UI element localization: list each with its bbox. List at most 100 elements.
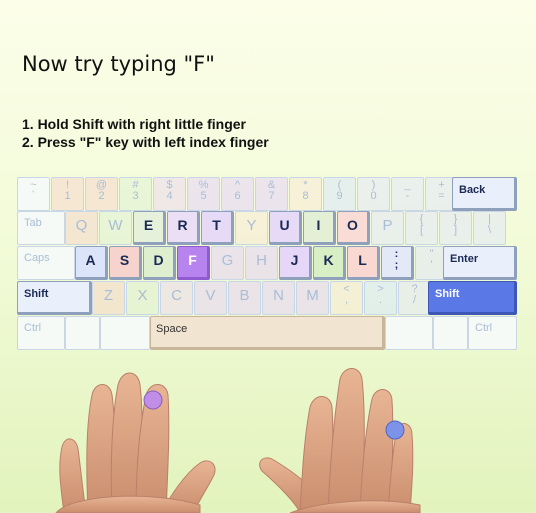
key-row3-9-label: ; <box>394 259 399 271</box>
key-r-label: R <box>177 217 188 233</box>
key-c-label: C <box>171 287 182 304</box>
key-row1-7[interactable]: & 7 <box>255 177 288 211</box>
enter-key[interactable]: Enter <box>443 246 517 280</box>
key-row1-5[interactable]: % 5 <box>187 177 220 211</box>
key-row1-4-label: 4 <box>166 190 173 202</box>
key-row2-11[interactable]: }] <box>439 211 472 245</box>
key-row1-2[interactable]: @2 <box>85 177 118 211</box>
right-win-key[interactable] <box>433 316 468 350</box>
key-row4-7-label: , <box>344 294 349 306</box>
key-j[interactable]: J <box>279 246 312 280</box>
key-row1-11[interactable]: _ - <box>391 177 424 211</box>
key-row4-9[interactable]: ? / <box>398 281 431 315</box>
key-r[interactable]: R <box>167 211 200 245</box>
key-w-label: W <box>108 217 123 234</box>
enter-key-label: Enter <box>450 253 479 265</box>
key-l-label: L <box>358 252 367 268</box>
key-b-label: B <box>239 287 250 304</box>
key-q[interactable]: Q <box>65 211 98 245</box>
key-o-label: O <box>347 217 358 233</box>
key-a[interactable]: A <box>75 246 108 280</box>
key-row2-12[interactable]: | \ <box>473 211 506 245</box>
key-row1-7-label: 7 <box>268 190 275 202</box>
left-shift-key-label: Shift <box>24 288 49 300</box>
key-row1-9[interactable]: (9 <box>323 177 356 211</box>
key-row1-6-label: 6 <box>234 190 241 202</box>
left-win-key[interactable] <box>100 316 150 350</box>
left-index-finger-marker <box>143 390 163 410</box>
key-row1-1-label: 1 <box>64 190 71 202</box>
key-f-label: F <box>188 252 197 268</box>
key-y[interactable]: Y <box>235 211 268 245</box>
key-w[interactable]: W <box>99 211 132 245</box>
key-v-label: V <box>205 287 216 304</box>
key-row1-3[interactable]: #3 <box>119 177 152 211</box>
key-row2-12-label: \ <box>487 224 492 236</box>
key-z[interactable]: Z <box>92 281 125 315</box>
key-row1-11-label: - <box>405 190 410 202</box>
key-row2-11-label: ] <box>453 224 458 236</box>
key-j-label: J <box>290 252 299 268</box>
key-row1-0[interactable]: ~ ` <box>17 177 50 211</box>
right-ring-finger <box>359 389 394 513</box>
key-m[interactable]: M <box>296 281 329 315</box>
key-b[interactable]: B <box>228 281 261 315</box>
key-x[interactable]: X <box>126 281 159 315</box>
key-row1-6[interactable]: ^ 6 <box>221 177 254 211</box>
key-row1-4[interactable]: $4 <box>153 177 186 211</box>
key-v[interactable]: V <box>194 281 227 315</box>
key-o[interactable]: O <box>337 211 370 245</box>
right-pinky-finger-marker <box>385 420 405 440</box>
key-g[interactable]: G <box>211 246 244 280</box>
left-ctrl-key[interactable]: Ctrl <box>17 316 65 350</box>
space-bar[interactable]: Space <box>150 316 385 350</box>
backspace-key[interactable]: Back <box>452 177 517 211</box>
right-middle-finger <box>327 368 365 513</box>
right-shift-key[interactable]: Shift <box>428 281 517 315</box>
right-alt-key[interactable] <box>385 316 433 350</box>
key-e[interactable]: E <box>133 211 166 245</box>
key-row1-10-label: 0 <box>370 190 377 202</box>
key-row2-10-label: [ <box>419 224 424 236</box>
key-q-label: Q <box>75 217 88 234</box>
key-m-label: M <box>306 287 319 304</box>
key-g-label: G <box>221 252 234 269</box>
key-p[interactable]: P <box>371 211 404 245</box>
right-index-finger <box>299 396 334 513</box>
left-alt-key[interactable] <box>65 316 100 350</box>
key-row1-8[interactable]: * 8 <box>289 177 322 211</box>
key-row1-2-label: 2 <box>98 190 105 202</box>
key-n-label: N <box>273 287 284 304</box>
key-a-label: A <box>85 252 96 268</box>
key-row4-9-label: / <box>412 294 417 306</box>
key-k[interactable]: K <box>313 246 346 280</box>
key-row3-9[interactable]: :; <box>381 246 414 280</box>
left-hand <box>55 372 216 513</box>
caps-lock-key[interactable]: Caps <box>17 246 75 280</box>
key-row2-10[interactable]: {[ <box>405 211 438 245</box>
key-z-label: Z <box>103 287 114 304</box>
key-row1-10[interactable]: ) 0 <box>357 177 390 211</box>
key-n[interactable]: N <box>262 281 295 315</box>
key-s-label: S <box>119 252 130 268</box>
key-u[interactable]: U <box>269 211 302 245</box>
key-row1-1[interactable]: ! 1 <box>51 177 84 211</box>
key-s[interactable]: S <box>109 246 142 280</box>
key-h[interactable]: H <box>245 246 278 280</box>
key-u-label: U <box>279 217 290 233</box>
tab-key[interactable]: Tab <box>17 211 65 245</box>
key-c[interactable]: C <box>160 281 193 315</box>
key-row1-5-label: 5 <box>200 190 207 202</box>
key-t[interactable]: T <box>201 211 234 245</box>
key-row4-7[interactable]: <, <box>330 281 363 315</box>
key-l[interactable]: L <box>347 246 380 280</box>
right-shift-key-label: Shift <box>435 288 460 300</box>
right-ctrl-key[interactable]: Ctrl <box>468 316 517 350</box>
key-f[interactable]: F <box>177 246 210 280</box>
key-row4-8[interactable]: >. <box>364 281 397 315</box>
left-shift-key[interactable]: Shift <box>17 281 92 315</box>
key-p-label: P <box>382 217 393 234</box>
key-d[interactable]: D <box>143 246 176 280</box>
key-i[interactable]: I <box>303 211 336 245</box>
left-ctrl-key-label: Ctrl <box>24 322 42 334</box>
